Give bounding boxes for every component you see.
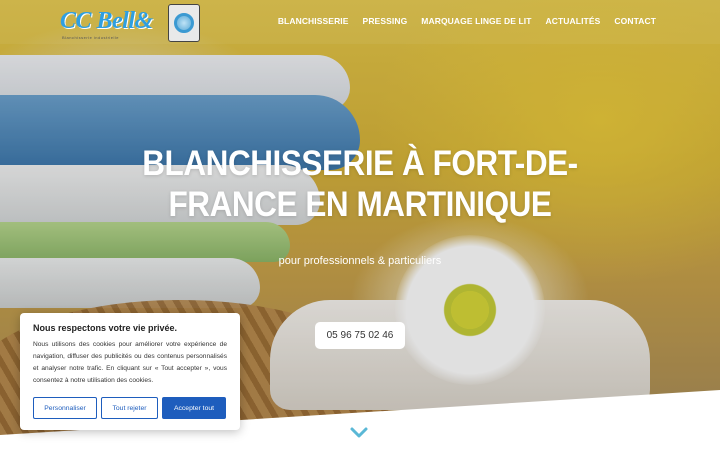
logo-text: CC Bell& — [60, 8, 153, 34]
nav-item-marquage[interactable]: MARQUAGE LINGE DE LIT — [421, 16, 531, 26]
cookie-banner: Nous respectons votre vie privée. Nous u… — [20, 313, 240, 430]
accept-all-button[interactable]: Accepter tout — [162, 397, 226, 419]
nav-item-contact[interactable]: CONTACT — [614, 16, 656, 26]
cookie-text: Nous utilisons des cookies pour améliore… — [33, 341, 227, 384]
reject-all-button[interactable]: Tout rejeter — [101, 397, 158, 419]
main-nav: BLANCHISSERIE PRESSING MARQUAGE LINGE DE… — [278, 16, 656, 26]
hero-title: BLANCHISSERIE À FORT-DE-FRANCE EN MARTIN… — [142, 144, 578, 224]
customize-button[interactable]: Personnaliser — [33, 397, 97, 419]
logo-subtitle: Blanchisserie industrielle — [62, 35, 120, 40]
nav-item-actualites[interactable]: ACTUALITÉS — [546, 16, 601, 26]
site-header: CC Bell& Blanchisserie industrielle BLAN… — [0, 0, 720, 44]
chevron-down-icon[interactable] — [349, 426, 369, 440]
nav-item-pressing[interactable]: PRESSING — [363, 16, 408, 26]
phone-button[interactable]: 05 96 75 02 46 — [315, 322, 405, 349]
cookie-buttons: Personnaliser Tout rejeter Accepter tout — [33, 397, 226, 419]
hero-subtitle: pour professionnels & particuliers — [278, 255, 442, 267]
cookie-title: Nous respectons votre vie privée. — [33, 323, 178, 333]
washing-machine-icon — [168, 4, 200, 42]
site-logo[interactable]: CC Bell& Blanchisserie industrielle — [60, 4, 200, 42]
nav-item-blanchisserie[interactable]: BLANCHISSERIE — [278, 16, 349, 26]
